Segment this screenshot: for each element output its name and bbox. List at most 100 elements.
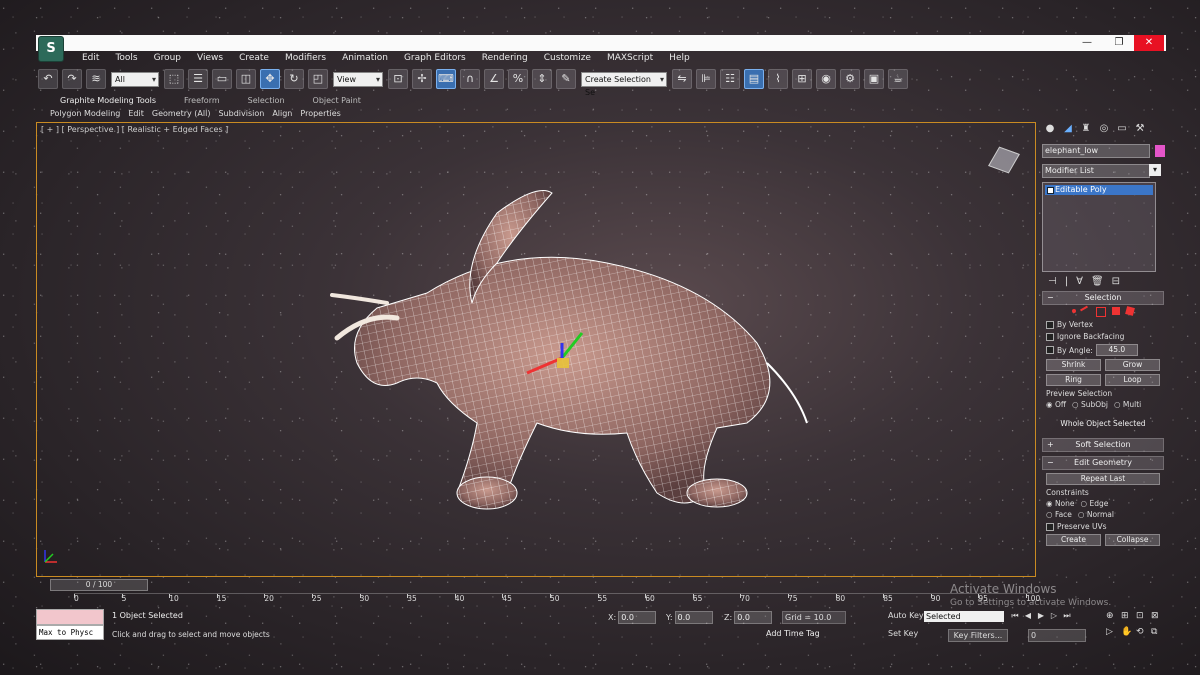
snaps-toggle-icon[interactable]: ∩ xyxy=(460,69,480,89)
time-slider[interactable]: 0 / 100 xyxy=(50,579,148,591)
remove-modifier-icon[interactable]: 🗑 xyxy=(1091,276,1104,287)
schematic-view-icon[interactable]: ⊞ xyxy=(792,69,812,89)
select-object-icon[interactable]: ⬚ xyxy=(164,69,184,89)
element-level-icon[interactable] xyxy=(1125,306,1135,316)
make-unique-icon[interactable]: ∀ xyxy=(1076,276,1083,287)
collapse-button[interactable]: Collapse xyxy=(1105,534,1160,546)
key-filters-button[interactable]: Key Filters... xyxy=(948,629,1008,642)
pan-icon[interactable]: ✋ xyxy=(1121,627,1133,637)
restore-icon[interactable]: ❐ xyxy=(1104,35,1134,51)
go-to-end-icon[interactable]: ⏭ xyxy=(1062,611,1072,621)
preserve-uvs-checkbox[interactable]: Preserve UVs xyxy=(1046,522,1160,531)
pivot-center-icon[interactable]: ⊡ xyxy=(388,69,408,89)
constraint-face-radio[interactable]: Face xyxy=(1046,510,1072,519)
edit-geometry-rollout-header[interactable]: − Edit Geometry xyxy=(1042,456,1164,470)
utilities-tab-icon[interactable]: ⚒ xyxy=(1132,122,1148,136)
keyboard-shortcut-override-icon[interactable]: ⌨ xyxy=(436,69,456,89)
y-value[interactable]: 0.0 xyxy=(674,611,713,624)
tab-object-paint[interactable]: Object Paint xyxy=(299,95,375,106)
ring-button[interactable]: Ring xyxy=(1046,374,1101,386)
menu-group[interactable]: Group xyxy=(146,52,189,64)
subtab-geometry-all[interactable]: Geometry (All) xyxy=(148,108,215,119)
menu-modifiers[interactable]: Modifiers xyxy=(277,52,334,64)
zoom-icon[interactable]: ⊕ xyxy=(1106,611,1118,621)
layer-manager-icon[interactable]: ☷ xyxy=(720,69,740,89)
create-tab-icon[interactable]: ● xyxy=(1042,122,1058,136)
render-production-icon[interactable]: ☕ xyxy=(888,69,908,89)
object-color-swatch[interactable] xyxy=(1155,145,1165,157)
maxscript-mini-listener[interactable] xyxy=(36,609,104,625)
grow-button[interactable]: Grow xyxy=(1105,359,1160,371)
pin-stack-icon[interactable]: ⊣ xyxy=(1048,276,1057,287)
maximize-viewport-icon[interactable]: ⧉ xyxy=(1151,627,1163,637)
x-value[interactable]: 0.0 xyxy=(618,611,657,624)
constraint-edge-radio[interactable]: Edge xyxy=(1081,499,1108,508)
subtab-polygon-modeling[interactable]: Polygon Modeling xyxy=(46,108,124,119)
maxscript-listener[interactable]: Max to Physc xyxy=(36,609,104,640)
angle-spinner[interactable]: 45.0 xyxy=(1095,344,1138,356)
tab-selection[interactable]: Selection xyxy=(234,95,299,106)
next-frame-icon[interactable]: ▷ xyxy=(1049,611,1059,621)
percent-snap-icon[interactable]: % xyxy=(508,69,528,89)
constraint-normal-radio[interactable]: Normal xyxy=(1078,510,1114,519)
menu-rendering[interactable]: Rendering xyxy=(474,52,536,64)
set-key-button[interactable]: Set Key xyxy=(888,629,918,638)
modify-tab-icon[interactable]: ◢ xyxy=(1060,122,1076,136)
go-to-start-icon[interactable]: ⏮ xyxy=(1010,611,1020,621)
spinner-snap-icon[interactable]: ⇕ xyxy=(532,69,552,89)
select-by-name-icon[interactable]: ☰ xyxy=(188,69,208,89)
polygon-level-icon[interactable] xyxy=(1112,307,1120,315)
motion-tab-icon[interactable]: ◎ xyxy=(1096,122,1112,136)
menu-edit[interactable]: Edit xyxy=(74,52,107,64)
hierarchy-tab-icon[interactable]: ♜ xyxy=(1078,122,1094,136)
selection-filter-dropdown[interactable]: All xyxy=(111,71,159,87)
menu-graph-editors[interactable]: Graph Editors xyxy=(396,52,474,64)
loop-button[interactable]: Loop xyxy=(1105,374,1160,386)
menu-views[interactable]: Views xyxy=(189,52,231,64)
soft-selection-rollout-header[interactable]: + Soft Selection xyxy=(1042,438,1164,452)
tab-freeform[interactable]: Freeform xyxy=(170,95,234,106)
zoom-all-icon[interactable]: ⊞ xyxy=(1121,611,1133,621)
preview-subobj-radio[interactable]: SubObj xyxy=(1072,400,1108,409)
create-button[interactable]: Create xyxy=(1046,534,1101,546)
orbit-icon[interactable]: ⟲ xyxy=(1136,627,1148,637)
window-crossing-icon[interactable]: ◫ xyxy=(236,69,256,89)
graphite-toggle-icon[interactable]: ▤ xyxy=(744,69,764,89)
select-and-manipulate-icon[interactable]: ✢ xyxy=(412,69,432,89)
maxscript-input[interactable]: Max to Physc xyxy=(36,625,104,640)
perspective-viewport[interactable]: [ + ] [ Perspective ] [ Realistic + Edge… xyxy=(36,122,1036,577)
align-icon[interactable]: ⊫ xyxy=(696,69,716,89)
menu-maxscript[interactable]: MAXScript xyxy=(599,52,661,64)
menu-tools[interactable]: Tools xyxy=(107,52,145,64)
repeat-last-button[interactable]: Repeat Last xyxy=(1046,473,1160,485)
ignore-backfacing-checkbox[interactable]: Ignore Backfacing xyxy=(1046,332,1160,341)
z-coordinate[interactable]: Z: 0.0 xyxy=(724,611,773,624)
y-coordinate[interactable]: Y: 0.0 xyxy=(666,611,713,624)
stack-item-editable-poly[interactable]: Editable Poly xyxy=(1045,185,1153,195)
auto-key-button[interactable]: Auto Key xyxy=(888,611,924,620)
by-vertex-checkbox[interactable]: By Vertex xyxy=(1046,320,1160,329)
edge-level-icon[interactable] xyxy=(1080,305,1092,319)
modifier-list-dropdown[interactable]: Modifier List xyxy=(1042,164,1161,178)
border-level-icon[interactable] xyxy=(1096,307,1106,317)
bind-space-warp-icon[interactable]: ≋ xyxy=(86,69,106,89)
undo-icon[interactable]: ↶ xyxy=(38,69,58,89)
key-selection-dropdown[interactable]: Selected xyxy=(924,611,1004,622)
menu-create[interactable]: Create xyxy=(231,52,277,64)
select-and-rotate-icon[interactable]: ↻ xyxy=(284,69,304,89)
preview-multi-radio[interactable]: Multi xyxy=(1114,400,1141,409)
named-selection-dropdown[interactable]: Create Selection Se xyxy=(581,71,667,97)
play-icon[interactable]: ▶ xyxy=(1036,611,1046,621)
vertex-level-icon[interactable] xyxy=(1072,309,1076,313)
curve-editor-icon[interactable]: ⌇ xyxy=(768,69,788,89)
app-logo-icon[interactable]: S xyxy=(38,36,64,62)
zoom-extents-all-icon[interactable]: ⊠ xyxy=(1151,611,1163,621)
menu-customize[interactable]: Customize xyxy=(536,52,599,64)
current-frame-field[interactable]: 0 xyxy=(1028,629,1086,642)
selection-rollout-header[interactable]: − Selection xyxy=(1042,291,1164,305)
constraint-none-radio[interactable]: None xyxy=(1046,499,1075,508)
field-of-view-icon[interactable]: ▷ xyxy=(1106,627,1118,637)
add-time-tag-button[interactable]: Add Time Tag xyxy=(766,629,820,638)
z-value[interactable]: 0.0 xyxy=(734,611,773,624)
viewcube[interactable] xyxy=(988,146,1020,174)
